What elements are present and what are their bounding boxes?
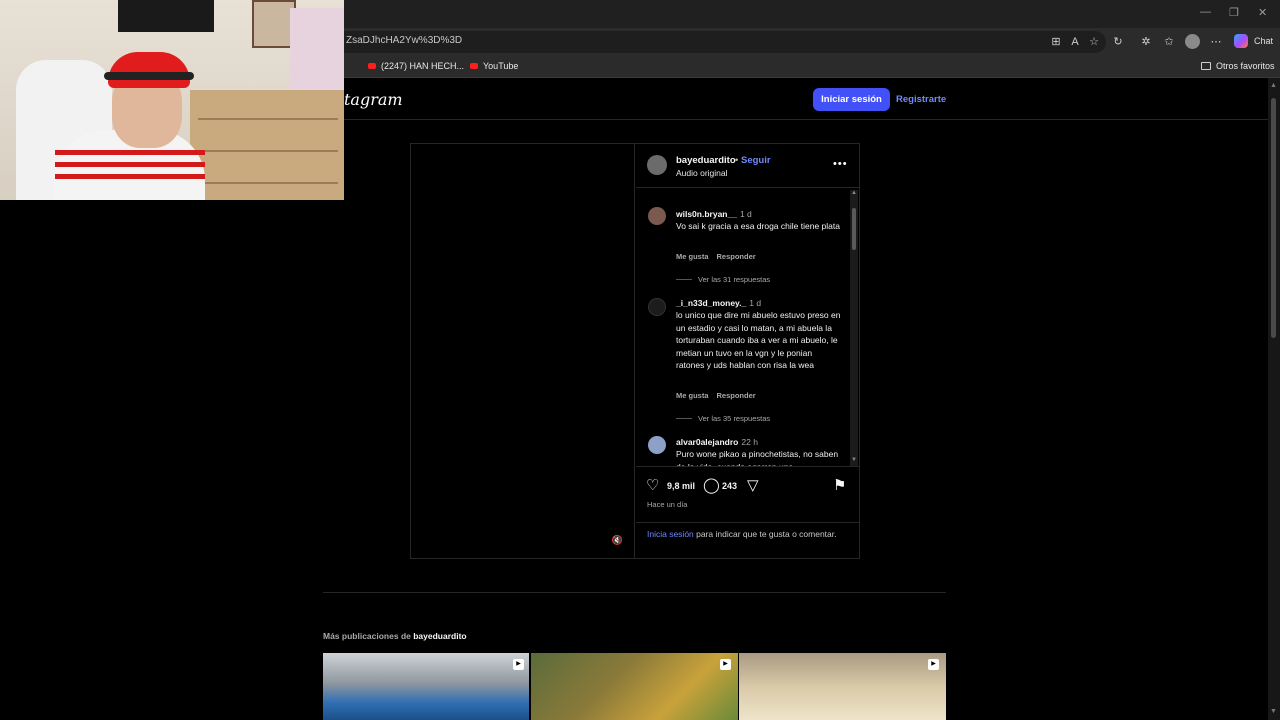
favorite-star-icon[interactable]: ☆: [1086, 34, 1102, 50]
read-aloud-icon[interactable]: A: [1067, 34, 1083, 50]
post-date: Hace un día: [647, 500, 688, 509]
post-actions: [636, 466, 859, 526]
reel-icon: ▶: [928, 659, 939, 670]
view-replies-button[interactable]: Ver las 31 respuestas: [676, 275, 770, 284]
share-icon[interactable]: ▽: [747, 478, 759, 493]
reel-icon: ▶: [513, 659, 524, 670]
webcam-overlay: [0, 0, 344, 200]
view-replies-button[interactable]: Ver las 35 respuestas: [676, 414, 770, 423]
bookmark-item[interactable]: (2247) HAN HECH...: [368, 61, 464, 71]
chat-button[interactable]: Chat: [1254, 36, 1273, 46]
bookmark-item[interactable]: YouTube: [470, 61, 518, 71]
comment-username[interactable]: _i_n33d_money._ 1 d: [676, 298, 761, 308]
comment-reply-button[interactable]: Responder: [717, 252, 756, 261]
section-divider: [323, 592, 946, 593]
reel-video[interactable]: [411, 144, 635, 558]
comment-like-button[interactable]: Me gusta: [676, 391, 709, 400]
comments-scrollbar-thumb[interactable]: [852, 208, 856, 250]
separator-dot: •: [735, 155, 739, 166]
mute-icon[interactable]: 🔇: [611, 535, 624, 546]
comment-username[interactable]: wils0n.bryan__ 1 d: [676, 209, 752, 219]
comment-text: Vo sai k gracia a esa droga chile tiene …: [676, 221, 840, 231]
minimize-icon[interactable]: —: [1200, 6, 1211, 18]
comment-actions: Me gusta Responder: [676, 252, 764, 261]
more-options-icon[interactable]: •••: [833, 158, 848, 170]
youtube-icon: [368, 63, 376, 69]
reel-icon: ▶: [720, 659, 731, 670]
audio-label[interactable]: Audio original: [676, 168, 728, 178]
login-link[interactable]: Inicia sesión: [647, 529, 694, 539]
heart-icon[interactable]: ♡: [646, 478, 659, 493]
extensions-icon[interactable]: ✲: [1138, 34, 1154, 50]
refresh-extension-icon[interactable]: ↻: [1110, 34, 1126, 50]
comment-like-button[interactable]: Me gusta: [676, 252, 709, 261]
comment-time: 1 d: [749, 298, 762, 308]
other-favorites-folder[interactable]: Otros favoritos: [1201, 61, 1275, 71]
comment-text: lo unico que dire mi abuelo estuvo preso…: [676, 310, 841, 370]
comment-time: 1 d: [739, 209, 752, 219]
profile-avatar-icon[interactable]: [1185, 34, 1200, 49]
comment-avatar[interactable]: [648, 298, 666, 316]
likes-count[interactable]: 9,8 mil: [667, 481, 695, 491]
login-prompt-text: Inicia sesión para indicar que te gusta …: [647, 529, 837, 539]
comment-reply-button[interactable]: Responder: [717, 391, 756, 400]
post-thumbnail[interactable]: [531, 653, 738, 720]
url-text[interactable]: ZsaDJhcHA2Yw%3D%3D: [346, 35, 462, 46]
instagram-header: [344, 78, 1268, 120]
instagram-logo[interactable]: tagram: [344, 90, 403, 109]
more-posts-heading: Más publicaciones de bayeduardito: [323, 631, 467, 641]
copilot-icon[interactable]: [1234, 34, 1248, 48]
author-avatar[interactable]: [647, 155, 667, 175]
comment-avatar[interactable]: [648, 207, 666, 225]
comment-clip: alvar0alejandro 22 h Puro wone pikao a pi…: [636, 432, 850, 466]
other-favorites-label: Otros favoritos: [1216, 61, 1275, 71]
comments-scroll-up-icon[interactable]: ▲: [851, 190, 857, 196]
follow-button[interactable]: Seguir: [741, 155, 771, 166]
page-scrollbar-thumb[interactable]: [1271, 98, 1276, 338]
maximize-icon[interactable]: ❐: [1229, 6, 1239, 19]
post-thumbnail[interactable]: [323, 653, 529, 720]
comment-actions: Me gusta Responder: [676, 391, 764, 400]
close-icon[interactable]: ✕: [1258, 6, 1267, 19]
comment-time: 22 h: [741, 437, 758, 447]
comments-scroll-down-icon[interactable]: ▼: [851, 457, 857, 463]
favorites-icon[interactable]: ✩: [1161, 34, 1177, 50]
comment-count: 243: [722, 481, 738, 491]
bookmark-icon[interactable]: ⚑: [833, 478, 846, 493]
comment-avatar[interactable]: [648, 436, 666, 454]
folder-icon: [1201, 62, 1211, 70]
comment-text: Puro wone pikao a pinochetistas, no sabe…: [676, 449, 839, 466]
apps-icon[interactable]: ⊞: [1048, 34, 1064, 50]
bookmark-label: YouTube: [483, 61, 519, 71]
post-header: [636, 144, 859, 188]
author-username[interactable]: bayeduardito: [676, 155, 736, 166]
comment-username[interactable]: alvar0alejandro 22 h: [676, 437, 758, 447]
more-posts-username[interactable]: bayeduardito: [413, 631, 466, 641]
youtube-icon: [470, 63, 478, 69]
scroll-up-arrow-icon[interactable]: ▲: [1270, 82, 1277, 89]
register-link[interactable]: Registrarte: [896, 94, 946, 105]
login-button[interactable]: Iniciar sesión: [813, 88, 890, 111]
settings-more-icon[interactable]: ⋯: [1208, 34, 1224, 50]
bookmark-label: (2247) HAN HECH...: [381, 61, 465, 71]
post-thumbnail[interactable]: [739, 653, 946, 720]
comment-icon[interactable]: ◯: [703, 478, 720, 493]
scroll-down-arrow-icon[interactable]: ▼: [1270, 708, 1277, 715]
